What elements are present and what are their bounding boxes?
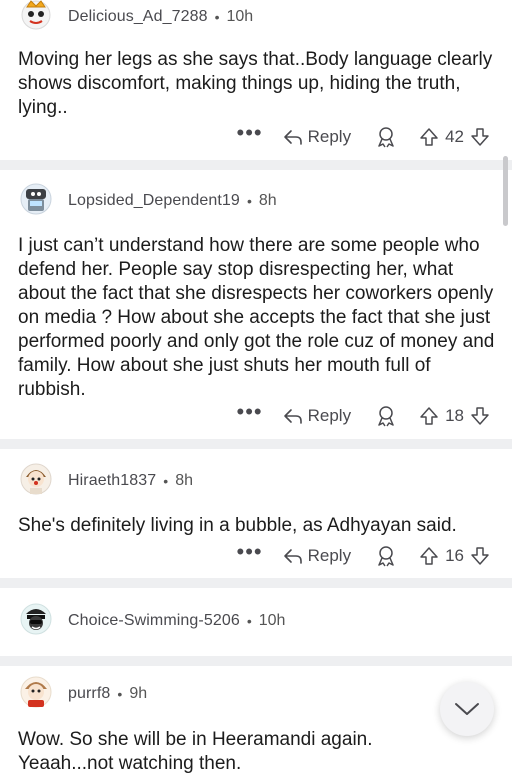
reply-button[interactable]: Reply [283,127,351,147]
comment-text: She's definitely living in a bubble, as … [18,515,457,536]
vote-control: 16 [419,546,490,566]
timestamp: 8h [175,472,193,489]
comment-separator [0,656,512,666]
timestamp: 10h [258,612,286,629]
meta-separator: • [214,9,220,25]
upvote-icon[interactable] [419,546,439,566]
comment-actions: ••• Reply 18 [237,401,491,430]
avatar[interactable] [18,0,54,33]
comment-actions: ••• Reply 16 [237,541,491,570]
avatar[interactable] [18,181,54,217]
meta-separator: • [246,613,252,629]
downvote-icon[interactable] [470,127,490,147]
avatar[interactable] [18,674,54,710]
timestamp: 8h [258,192,277,209]
timestamp: 9h [129,685,148,702]
scroll-down-button[interactable] [440,682,494,736]
upvote-icon[interactable] [419,406,439,426]
meta-separator: • [163,473,169,489]
reply-icon [283,130,302,145]
award-icon [378,127,394,148]
comment-text: Moving her legs as she says that..Body l… [18,49,493,118]
meta-separator: • [117,686,123,702]
downvote-icon[interactable] [470,406,490,426]
timestamp: 10h [226,8,254,25]
username[interactable]: Hiraeth1837 [68,472,156,490]
scrollbar[interactable] [503,156,508,226]
vote-count: 16 [445,546,464,565]
comment-separator [0,439,512,449]
reply-label: Reply [307,406,352,425]
comment-actions: ••• Reply 42 [237,122,491,151]
username[interactable]: Delicious_Ad_7288 [68,8,208,26]
reply-button[interactable]: Reply [283,546,351,566]
award-icon [378,546,394,567]
award-button[interactable] [375,126,397,148]
vote-control: 42 [419,127,490,147]
comment-separator [0,578,512,588]
username[interactable]: Choice-Swimming-5206 [68,612,240,630]
comment-text: Wow. So she will be in Heeramandi again.… [18,729,373,774]
comment-separator [0,160,512,170]
more-options-button[interactable]: ••• [237,122,263,146]
avatar[interactable] [18,601,54,637]
vote-count: 18 [445,406,464,425]
more-options-button[interactable]: ••• [237,541,263,565]
upvote-icon[interactable] [419,127,439,147]
award-button[interactable] [375,405,397,427]
chevron-down-icon [455,703,479,715]
reply-label: Reply [307,127,352,146]
downvote-icon[interactable] [470,546,490,566]
award-button[interactable] [375,545,397,567]
reply-icon [283,549,302,564]
vote-count: 42 [445,127,464,146]
username[interactable]: Lopsided_Dependent19 [68,192,240,210]
award-icon [378,406,394,427]
meta-separator: • [246,193,252,209]
reply-button[interactable]: Reply [283,406,351,426]
username[interactable]: purrf8 [68,685,110,703]
vote-control: 18 [419,406,490,426]
avatar[interactable] [18,461,54,497]
reply-label: Reply [307,546,352,565]
more-options-button[interactable]: ••• [237,401,263,425]
reply-icon [283,409,302,424]
comment-text: I just can’t understand how there are so… [18,235,495,400]
